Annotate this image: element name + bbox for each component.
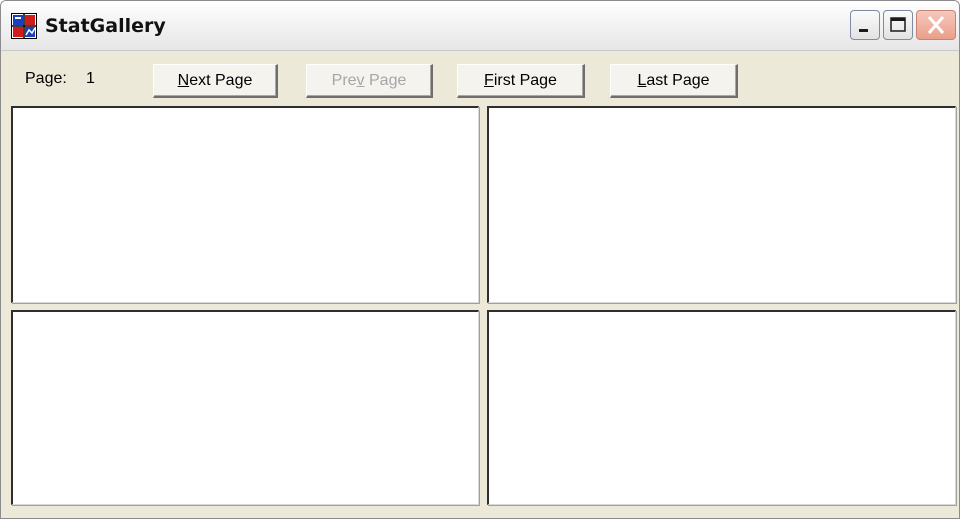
gallery-panel-top-right[interactable] [487,106,956,303]
prev-page-label-post: Page [364,71,407,89]
first-page-button[interactable]: First Page [457,64,585,98]
statgallery-window: StatGallery Page: 1 Next Page Prev Page … [0,0,960,519]
close-icon [927,16,945,34]
statgallery-app-icon[interactable] [11,13,37,39]
page-label: Page: [25,70,67,87]
gallery-panel-top-left[interactable] [11,106,479,303]
prev-page-button[interactable]: Prev Page [306,64,433,98]
pager-toolbar: Page: 1 Next Page Prev Page First Page L… [1,51,959,107]
minimize-button[interactable] [850,10,880,40]
next-page-button[interactable]: Next Page [153,64,278,98]
close-button[interactable] [916,10,956,40]
title-bar[interactable]: StatGallery [1,1,959,51]
next-page-mnemonic: N [177,71,190,89]
minimize-icon [859,29,868,32]
last-page-button[interactable]: Last Page [610,64,738,98]
maximize-button[interactable] [883,10,913,40]
gallery-panel-bottom-right[interactable] [487,310,956,505]
prev-page-label-pre: Pre [331,71,357,89]
window-title: StatGallery [45,15,166,37]
last-page-label-post: ast Page [646,71,710,89]
next-page-label-post: ext Page [189,71,253,89]
gallery-panel-bottom-left[interactable] [11,310,479,505]
maximize-icon [890,17,906,32]
first-page-mnemonic: F [484,71,494,89]
first-page-label-post: irst Page [493,71,557,89]
prev-page-mnemonic: v [356,71,365,89]
page-number: 1 [86,70,95,87]
